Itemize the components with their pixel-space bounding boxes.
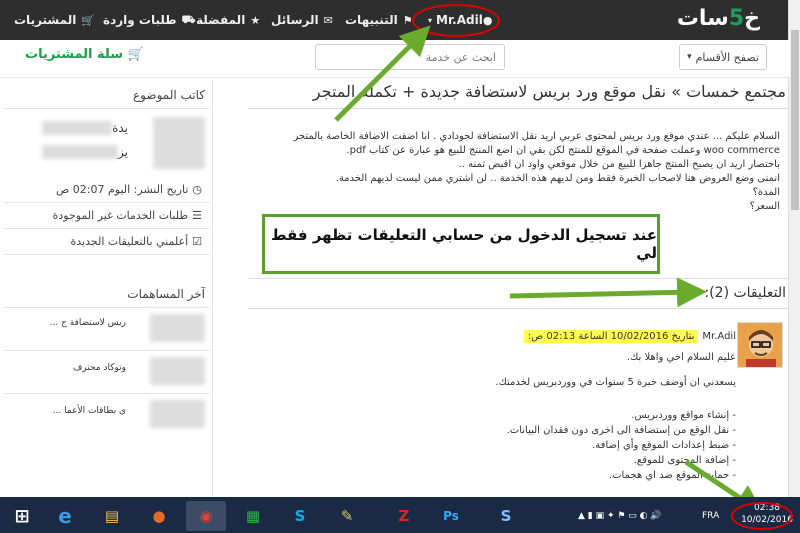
skype-icon[interactable]: S xyxy=(280,501,320,531)
notepad-icon[interactable]: ✎ xyxy=(327,501,367,531)
internet-explorer-icon[interactable]: e xyxy=(45,501,85,531)
chrome-icon[interactable]: ◉ xyxy=(186,501,226,531)
store-icon[interactable]: ▦ xyxy=(233,501,273,531)
file-explorer-icon[interactable]: ▤ xyxy=(92,501,132,531)
language-indicator[interactable]: FRA xyxy=(702,511,719,521)
firefox-icon[interactable]: ● xyxy=(139,501,179,531)
annotation-clock-circle xyxy=(731,502,793,530)
windows-start-icon[interactable]: ⊞ xyxy=(2,501,42,531)
filezilla-icon[interactable]: Z xyxy=(384,501,424,531)
arrow-to-user-menu xyxy=(334,25,431,122)
app-s-icon[interactable]: S xyxy=(486,501,526,531)
annotation-arrows xyxy=(334,25,765,515)
tray-icons[interactable]: ▲ ▮ ▣ ✦ ⚑ ▭ ◐ 🔊 xyxy=(578,511,662,521)
arrow-to-comments-heading xyxy=(509,277,707,308)
photoshop-icon[interactable]: Ps xyxy=(431,501,471,531)
